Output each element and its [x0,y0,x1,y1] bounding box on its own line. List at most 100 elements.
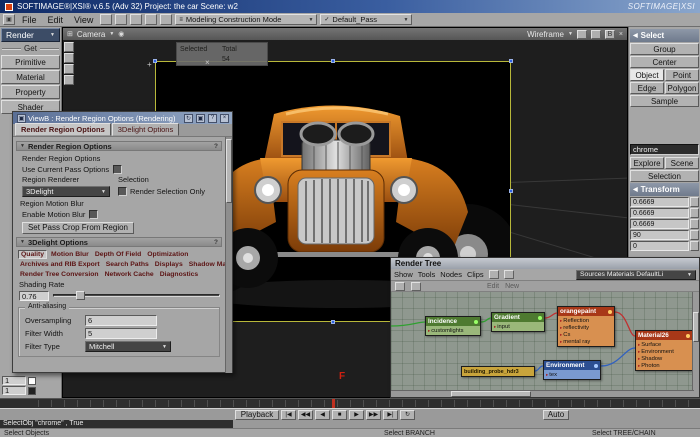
transform-value-extra[interactable]: 0 [630,241,689,251]
subtab-optimization[interactable]: Optimization [145,251,190,258]
go-to-start-button[interactable]: |◀ [281,410,296,420]
axis-button[interactable] [690,230,699,240]
group-button[interactable]: Group [630,43,699,55]
explore-button[interactable]: Explore [630,157,664,169]
region-renderer-select[interactable]: 3Delight ▼ [22,186,110,197]
node-gradient[interactable]: Gradient ▸input [491,312,545,332]
camera-menu[interactable]: Camera [77,30,105,39]
node-port[interactable]: ▸Cs [560,331,612,338]
shading-rate-field[interactable]: 0.76 [19,291,49,301]
toolbar-icon-5[interactable] [160,14,172,25]
timeline[interactable] [0,398,700,408]
construction-mode-select[interactable]: ≡ Modeling Construction Mode ▼ [175,14,317,25]
views-grid-icon[interactable]: ⊞ [67,30,73,38]
subtab-diagnostics[interactable]: Diagnostics [158,271,201,278]
dialog-scrollbar[interactable] [225,137,232,373]
filter-width-field[interactable]: 5 [85,328,157,339]
toolbar-icon-4[interactable] [145,14,157,25]
node-port[interactable]: ▸Environment [638,348,690,355]
region-handle[interactable] [331,320,335,324]
node-incidence[interactable]: Incidence ▸customlights [425,316,481,336]
transform-value-z[interactable]: 0.6669 [630,219,689,229]
select-header[interactable]: ◀ Select [630,29,699,42]
render-selection-only-checkbox[interactable] [118,187,127,196]
oversampling-field[interactable]: 6 [85,315,157,326]
region-handle[interactable] [153,59,157,63]
app-menu-icon[interactable]: ▣ [3,14,15,25]
center-button[interactable]: Center [630,56,699,68]
close-icon[interactable]: × [220,114,229,123]
transform-value-y[interactable]: 0.6669 [630,208,689,218]
toolbar-icon-3[interactable] [130,14,142,25]
viewport-icon-b[interactable] [591,30,601,39]
menu-edit[interactable]: Edit [44,15,68,25]
close-icon[interactable]: × [619,31,623,38]
shading-rate-slider[interactable] [53,291,220,301]
node-orangepaint[interactable]: orangepaint ▸Reflection ▸reflectivity ▸C… [557,306,615,347]
auto-key-button[interactable]: Auto [543,410,569,420]
view-letter-button[interactable]: B [605,30,615,39]
axis-button[interactable] [690,197,699,207]
node-port[interactable]: ▸Surface [638,341,690,348]
toolbar-icon-2[interactable] [115,14,127,25]
node-port[interactable]: ▸customlights [428,327,478,334]
transform-value-x[interactable]: 0.6669 [630,197,689,207]
filter-type-select[interactable]: Mitchell ▼ [85,341,171,352]
viewport-tool-icon-2[interactable] [64,53,74,63]
get-primitive-button[interactable]: Primitive [1,55,60,69]
slider-thumb[interactable] [76,291,85,300]
sample-button[interactable]: Sample [630,95,699,107]
weight-field-1[interactable]: 1 [2,376,26,385]
selection-button[interactable]: Selection [630,170,699,182]
node-port[interactable]: ▸tex [546,371,598,378]
weight-field-2[interactable]: 1 [2,386,26,395]
rt-new-label[interactable]: New [505,283,519,290]
section-render-region-options[interactable]: ▼ Render Region Options ? [16,141,222,151]
render-tree-vscrollbar[interactable] [692,292,699,397]
node-port[interactable]: ▸Photon [638,362,690,369]
transform-header[interactable]: ◀ Transform [630,183,699,196]
play-button[interactable]: ▶ [349,410,364,420]
region-handle[interactable] [331,59,335,63]
eye-icon[interactable]: ◉ [118,30,124,38]
prev-keyframe-button[interactable]: ◀◀ [298,410,313,420]
subtab-network-cache[interactable]: Network Cache [103,271,156,278]
help-icon[interactable]: ? [214,239,218,246]
rt-menu-show[interactable]: Show [394,270,413,279]
play-head[interactable] [332,399,335,408]
subtab-motion-blur[interactable]: Motion Blur [49,251,91,258]
render-tree-titlebar[interactable]: Render Tree [391,258,699,269]
subtab-depth-of-field[interactable]: Depth Of Field [93,251,143,258]
node-port[interactable]: ▸mental ray [560,338,612,345]
subtab-displays[interactable]: Displays [153,261,185,268]
set-pass-crop-button[interactable]: Set Pass Crop From Region [22,222,134,234]
lock-icon[interactable] [489,270,499,279]
rt-menu-nodes[interactable]: Nodes [440,270,462,279]
render-tree-canvas[interactable]: Incidence ▸customlights Gradient ▸input … [391,292,699,397]
region-close-icon[interactable]: × [205,58,210,67]
node-port[interactable]: ▸input [494,323,542,330]
subtab-quality[interactable]: Quality [18,250,47,259]
scene-button[interactable]: Scene [665,157,699,169]
timeline-ruler[interactable] [38,400,698,407]
filter-edge-button[interactable]: Edge [630,82,664,94]
loop-button[interactable]: ↻ [400,410,415,420]
axis-button[interactable] [690,219,699,229]
region-plus-icon[interactable]: + [147,60,152,69]
module-select[interactable]: Render ▼ [1,28,60,42]
color-swatch-white[interactable] [28,377,36,385]
refresh-icon[interactable]: ↻ [184,114,193,123]
axis-button[interactable] [690,208,699,218]
axis-button[interactable] [690,241,699,251]
subtab-archives[interactable]: Archives and RIB Export [18,261,102,268]
node-port[interactable]: ▸reflectivity [560,324,612,331]
tab-render-region-options[interactable]: Render Region Options [15,123,111,136]
go-to-end-button[interactable]: ▶| [383,410,398,420]
filter-polygon-button[interactable]: Polygon [665,82,699,94]
display-mode-menu[interactable]: Wireframe [527,30,564,39]
filter-point-button[interactable]: Point [665,69,699,81]
pin-icon[interactable]: ▣ [196,114,205,123]
render-tree-hscrollbar[interactable] [391,390,694,397]
use-current-pass-checkbox[interactable] [113,165,122,174]
rt-tool-icon-2[interactable] [411,282,421,291]
